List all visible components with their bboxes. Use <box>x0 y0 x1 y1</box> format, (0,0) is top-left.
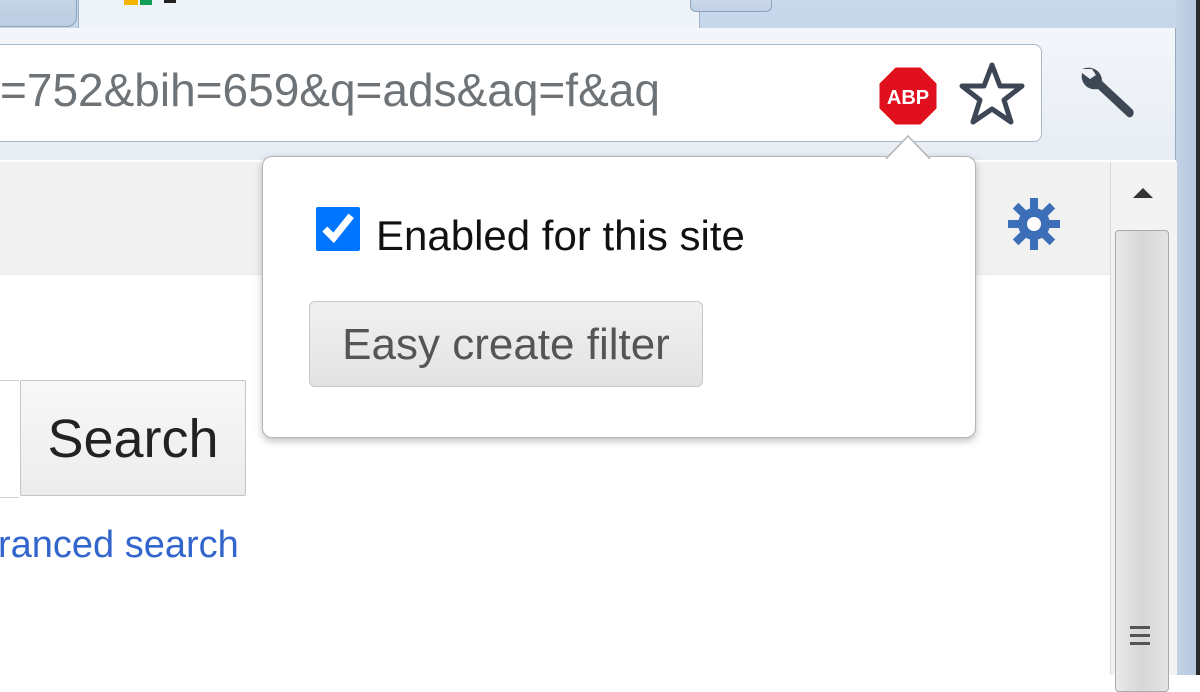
wrench-icon[interactable] <box>1074 63 1140 123</box>
adblock-popup <box>262 156 976 438</box>
easy-create-filter-button[interactable]: Easy create filter <box>309 301 703 387</box>
enabled-for-site-label[interactable]: Enabled for this site <box>376 212 745 262</box>
tab-active[interactable] <box>78 0 700 30</box>
star-icon[interactable] <box>958 61 1026 127</box>
adblock-plus-icon[interactable]: ABP <box>876 64 940 128</box>
search-button[interactable]: Search <box>20 380 246 496</box>
address-bar-url[interactable]: =752&bih=659&q=ads&aq=f&aq <box>0 63 870 123</box>
url-text: =752&bih=659&q=ads&aq=f&aq <box>0 64 660 116</box>
popup-pointer <box>880 134 936 161</box>
screen-edge <box>1196 0 1200 675</box>
gear-icon[interactable] <box>1006 196 1062 252</box>
new-tab-button[interactable] <box>690 0 772 12</box>
enabled-for-site-checkbox[interactable] <box>316 207 360 251</box>
abp-badge-text: ABP <box>887 87 929 109</box>
scroll-grip-icon <box>1130 626 1150 645</box>
favicon-icon <box>124 0 176 5</box>
tab-inactive[interactable] <box>0 0 77 27</box>
search-input[interactable] <box>0 380 19 498</box>
scroll-up-arrow-icon[interactable] <box>1125 180 1161 210</box>
advanced-search-link[interactable]: ranced search <box>0 524 239 574</box>
